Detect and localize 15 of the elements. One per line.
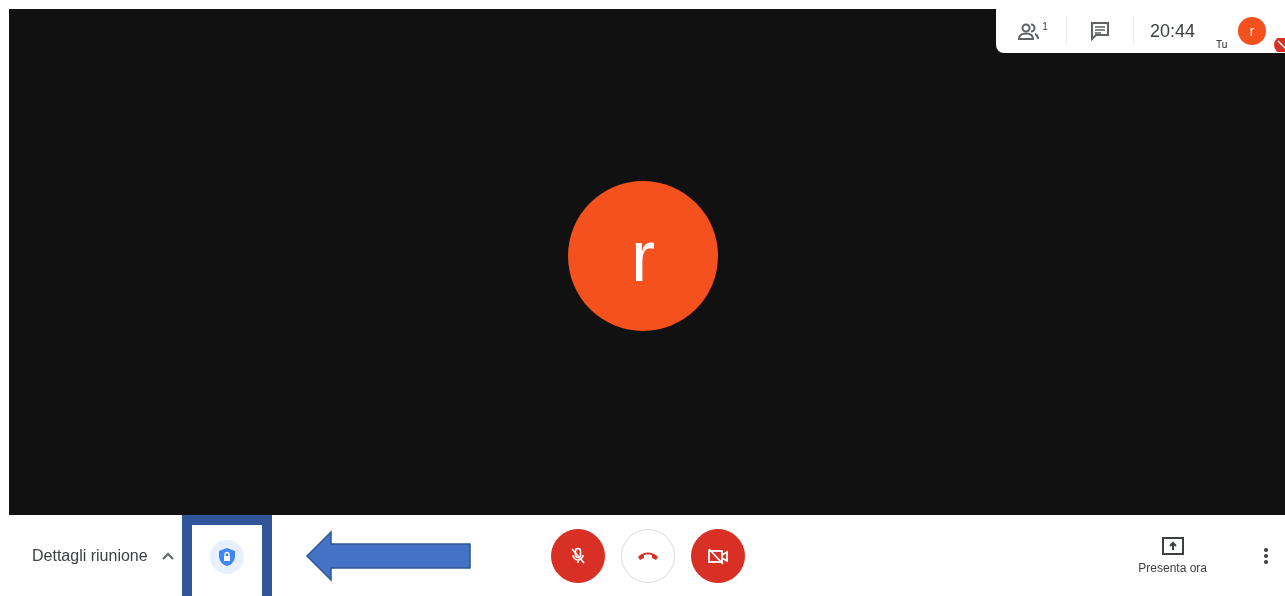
phone-icon	[636, 550, 659, 561]
present-screen-icon	[1161, 536, 1184, 555]
self-label: Tu	[1216, 39, 1228, 50]
present-now-button[interactable]: Presenta ora	[1138, 536, 1207, 575]
clock-time: 20:44	[1150, 20, 1196, 42]
people-button[interactable]: 1	[1016, 21, 1050, 41]
meeting-details-button[interactable]: Dettagli riunione	[32, 546, 174, 565]
security-button[interactable]	[209, 539, 244, 574]
participant-avatar: r	[568, 181, 718, 331]
microphone-off-icon	[568, 546, 587, 565]
self-avatar: r	[1238, 17, 1267, 45]
more-vertical-icon	[1264, 547, 1268, 564]
chat-icon	[1090, 21, 1110, 41]
shield-lock-icon	[218, 547, 235, 566]
camera-off-icon	[706, 546, 729, 565]
